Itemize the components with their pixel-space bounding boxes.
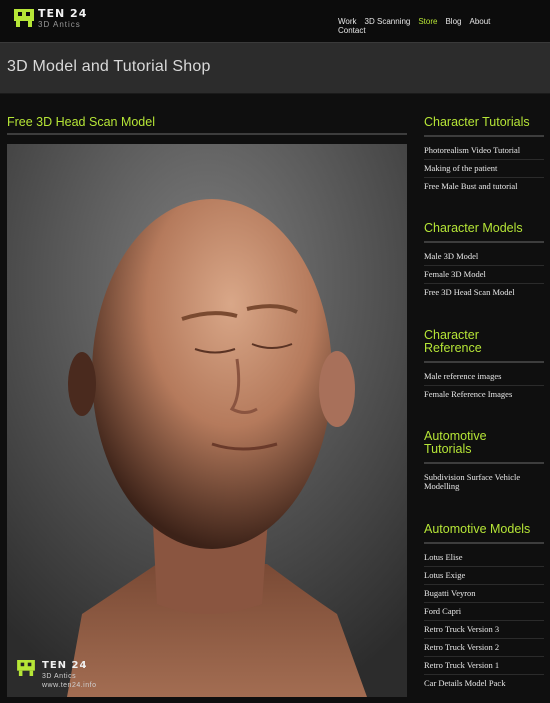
sidebar-link[interactable]: Retro Truck Version 3 <box>424 621 544 639</box>
nav-item-store[interactable]: Store <box>418 17 437 26</box>
sidebar-heading: Character Tutorials <box>424 115 530 129</box>
nav-item-blog[interactable]: Blog <box>445 17 461 26</box>
nav-item-about[interactable]: About <box>469 17 490 26</box>
head-scan-image <box>7 144 407 697</box>
sidebar-link[interactable]: Male reference images <box>424 368 544 386</box>
sidebar-section-character-tutorials: Character Tutorials Photorealism Video T… <box>424 116 544 195</box>
main-heading: Free 3D Head Scan Model <box>7 115 155 129</box>
watermark-tagline: 3D Antics <box>42 673 77 680</box>
sidebar-link[interactable]: Female 3D Model <box>424 266 544 284</box>
divider <box>424 361 544 363</box>
watermark-brand: TEN 24 <box>42 660 88 671</box>
sidebar-heading: Automotive Tutorials <box>424 429 487 456</box>
sidebar-heading: Character Reference <box>424 328 482 355</box>
sidebar-link[interactable]: Subdivision Surface Vehicle Modelling <box>424 469 544 495</box>
sidebar-link[interactable]: Lotus Elise <box>424 549 544 567</box>
sidebar-link[interactable]: Male 3D Model <box>424 248 544 266</box>
sidebar-heading: Automotive Models <box>424 522 531 536</box>
watermark-url: www.ten24.info <box>42 682 97 689</box>
nav-item-work[interactable]: Work <box>338 17 357 26</box>
nav-item-contact[interactable]: Contact <box>338 26 366 35</box>
sidebar-link[interactable]: Photorealism Video Tutorial <box>424 142 544 160</box>
sidebar-section-character-reference: Character Reference Male reference image… <box>424 328 544 403</box>
page-title: 3D Model and Tutorial Shop <box>7 58 211 75</box>
sidebar-link[interactable]: Car Details Model Pack <box>424 675 544 692</box>
sidebar-heading: Character Models <box>424 221 523 235</box>
sidebar-section-character-models: Character Models Male 3D Model Female 3D… <box>424 222 544 301</box>
divider <box>424 135 544 137</box>
nav-item-3d-scanning[interactable]: 3D Scanning <box>365 17 411 26</box>
divider <box>7 133 407 135</box>
sidebar-link[interactable]: Making of the patient <box>424 160 544 178</box>
sidebar-link[interactable]: Free Male Bust and tutorial <box>424 178 544 195</box>
divider <box>424 542 544 544</box>
sidebar-link[interactable]: Ford Capri <box>424 603 544 621</box>
sidebar-section-automotive-models: Automotive Models Lotus Elise Lotus Exig… <box>424 523 544 692</box>
sidebar-link[interactable]: Lotus Exige <box>424 567 544 585</box>
divider <box>424 462 544 464</box>
sidebar-link[interactable]: Free 3D Head Scan Model <box>424 284 544 301</box>
divider <box>424 241 544 243</box>
main-nav: Work 3D Scanning Store Blog About Contact <box>338 17 543 35</box>
brand-tagline: 3D Antics <box>38 20 81 29</box>
ten24-logo-icon[interactable] <box>14 9 34 27</box>
sidebar-link[interactable]: Bugatti Veyron <box>424 585 544 603</box>
watermark-logo-icon <box>17 660 35 676</box>
head-render-illustration <box>7 144 407 697</box>
sidebar-link[interactable]: Retro Truck Version 2 <box>424 639 544 657</box>
sidebar-link[interactable]: Retro Truck Version 1 <box>424 657 544 675</box>
brand-name[interactable]: TEN 24 <box>38 7 87 20</box>
sidebar-link[interactable]: Female Reference Images <box>424 386 544 403</box>
sidebar-section-automotive-tutorials: Automotive Tutorials Subdivision Surface… <box>424 429 544 495</box>
